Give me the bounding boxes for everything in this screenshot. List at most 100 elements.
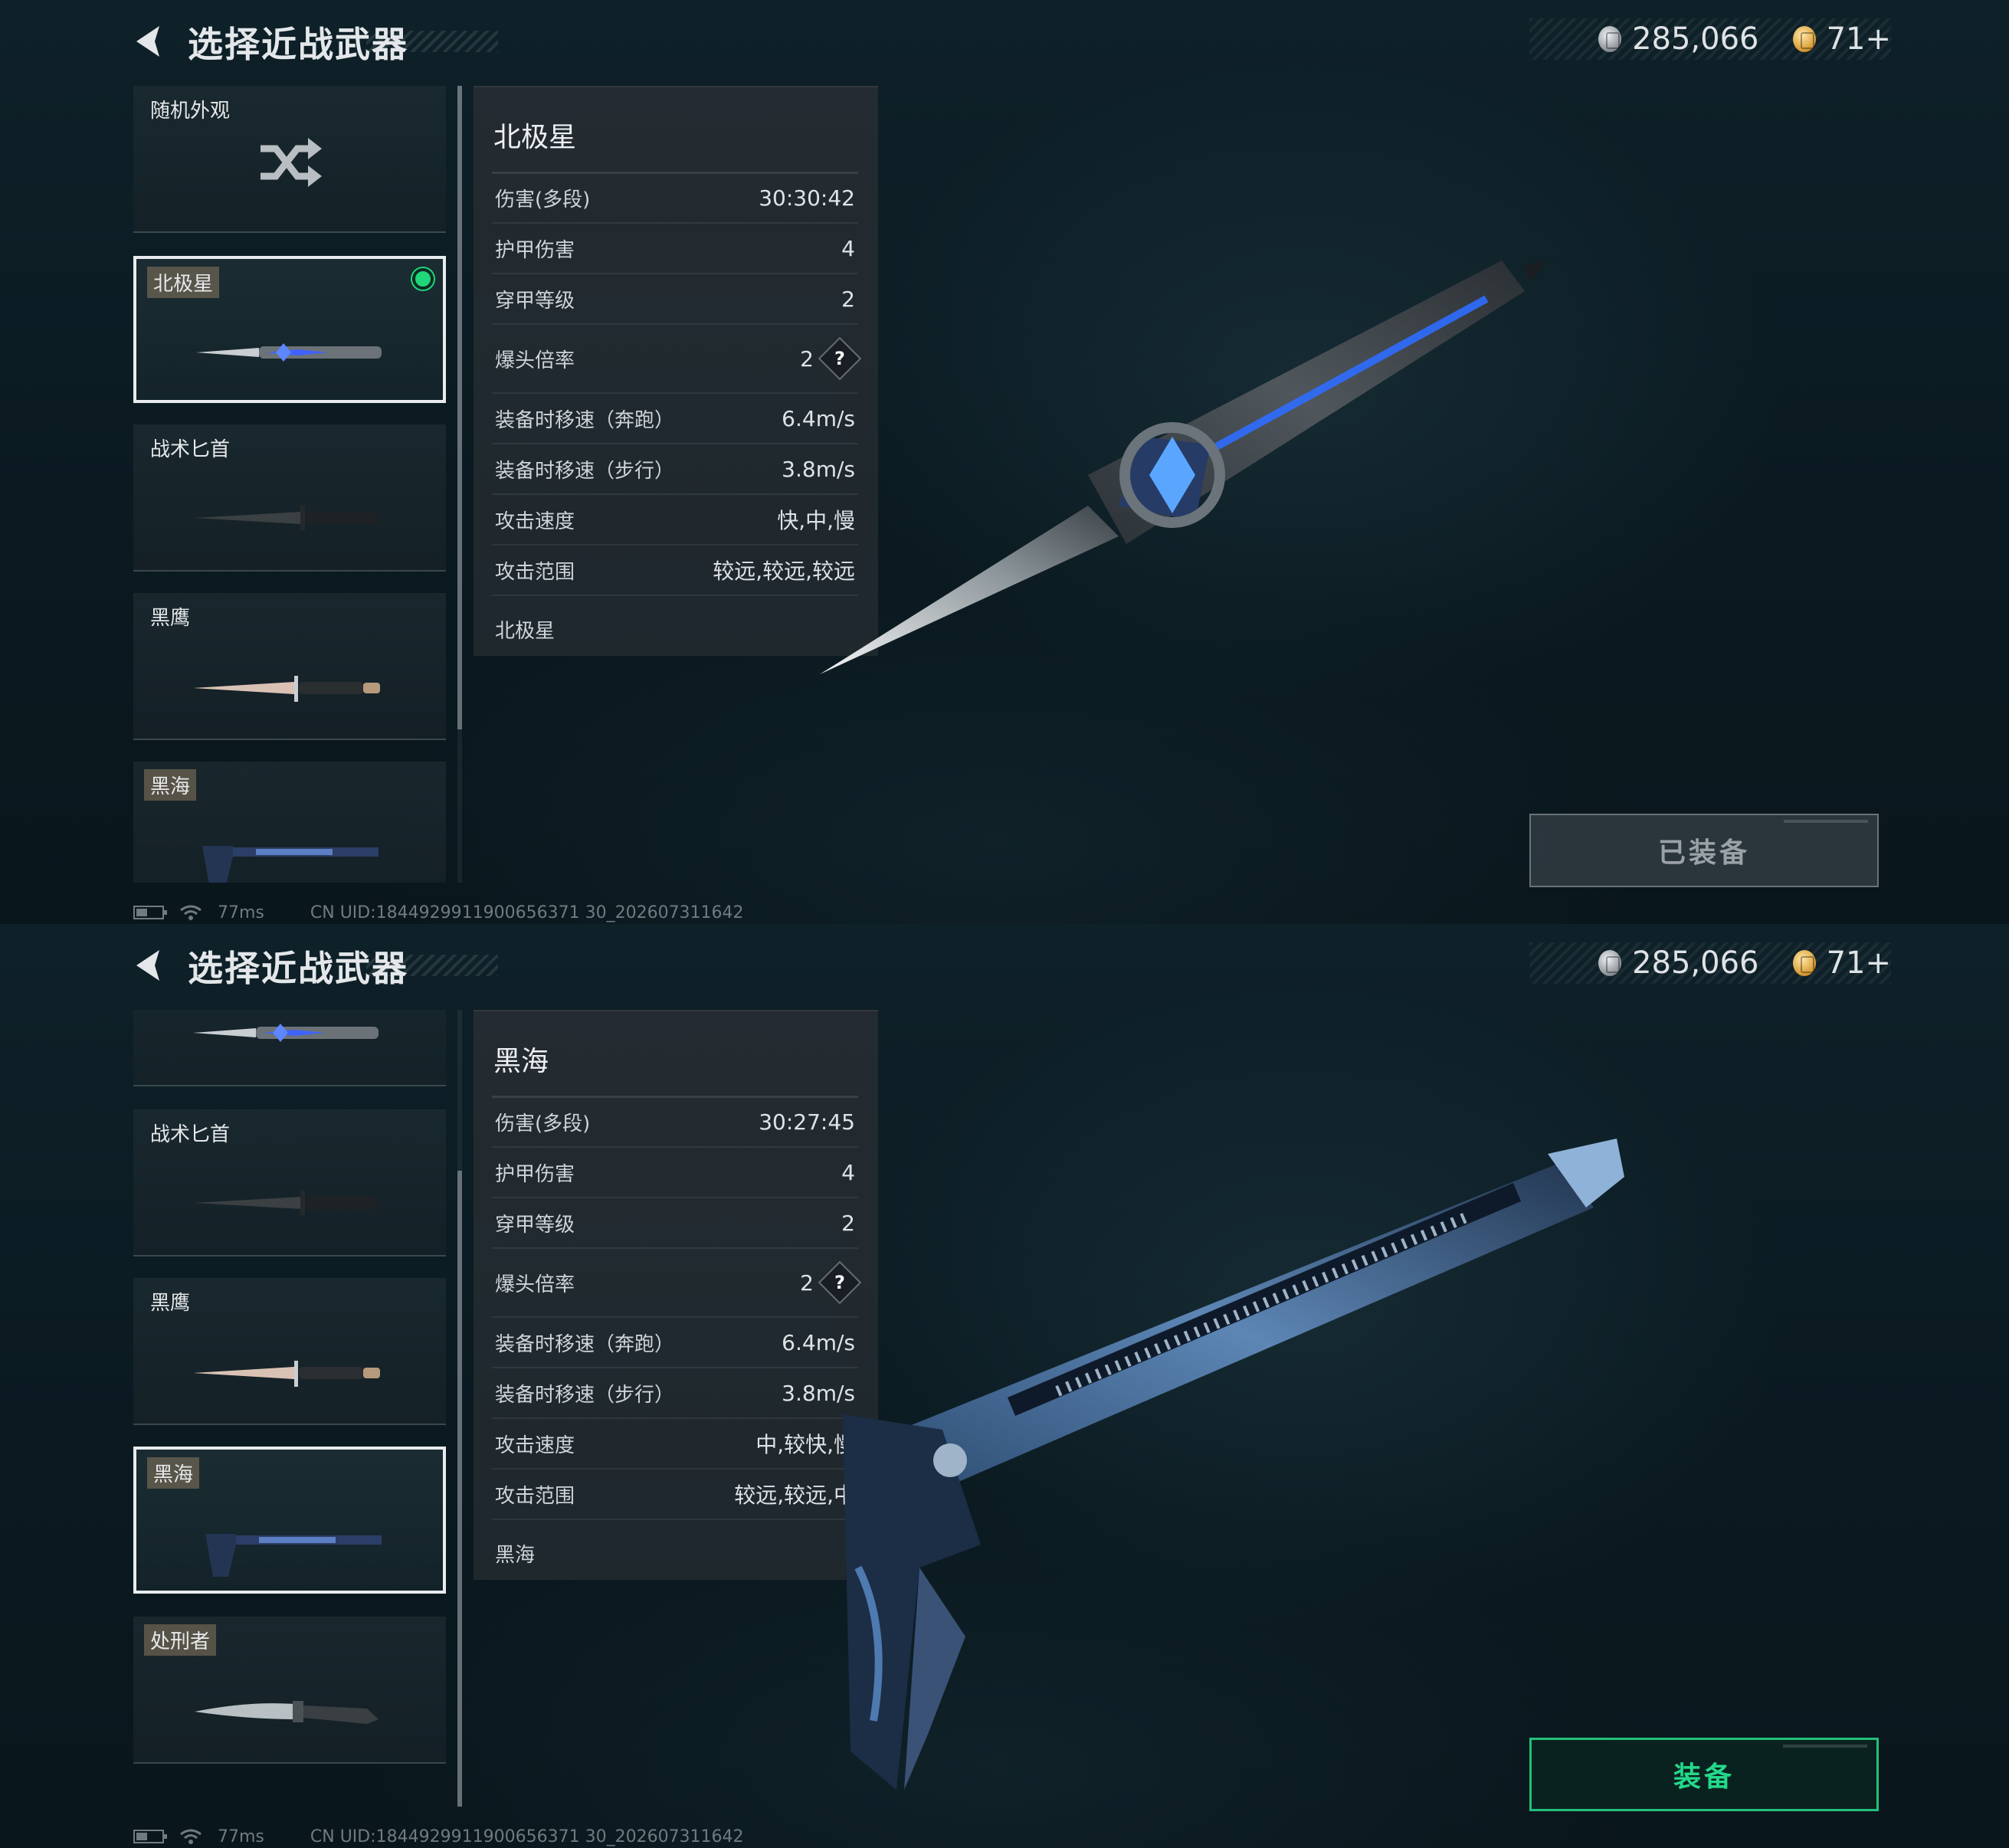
weapon-list: 战术匕首 黑鹰 黑海 处刑者 (133, 1010, 446, 1807)
black-sea-axe-render (843, 1139, 1624, 1790)
stat-row: 攻击速度 快,中,慢 (492, 495, 858, 546)
stat-row: 攻击范围 较远,较远,较远 (492, 546, 858, 596)
stat-key: 攻击范围 (495, 1484, 575, 1508)
list-item-executioner[interactable]: 处刑者 (133, 1617, 446, 1764)
screen-polaris: 选择近战武器 285,066 71+ 随机外观 北极星 战术匕首 黑鹰 黑海 北… (0, 0, 2009, 924)
list-item-tactical-dagger[interactable]: 战术匕首 (133, 424, 446, 572)
equipped-indicator (412, 268, 434, 290)
stat-row: 护甲伤害 4 (492, 224, 858, 274)
scrollbar-thumb[interactable] (457, 86, 462, 729)
stat-row: 装备时移速（步行） 3.8m/s (492, 444, 858, 495)
polaris-knife-render (820, 260, 1548, 674)
executioner-thumbnail (195, 1701, 379, 1724)
stat-row: 攻击速度 中,较快,慢 (492, 1419, 858, 1470)
stat-row: 装备时移速（奔跑） 6.4m/s (492, 394, 858, 444)
shuffle-icon (261, 138, 322, 187)
black-hawk-thumbnail (193, 676, 380, 702)
list-item-label: 黑海 (144, 769, 197, 801)
user-uid: CN UID:1844929911900656371 30_2026073116… (310, 903, 744, 922)
list-item-polaris[interactable] (133, 1010, 446, 1086)
stat-key: 装备时移速（步行） (495, 1383, 675, 1407)
stat-row: 穿甲等级 2 (492, 274, 858, 325)
stat-key: 装备时移速（奔跑） (495, 1332, 675, 1356)
stat-key: 穿甲等级 (495, 289, 575, 313)
weapon-list: 随机外观 北极星 战术匕首 黑鹰 黑海 (133, 86, 446, 883)
stats-panel: 黑海 伤害(多段) 30:27:45 护甲伤害 4 穿甲等级 2 爆头倍率 2 … (474, 1010, 878, 1580)
latency: 77ms (218, 1827, 264, 1846)
list-scrollbar[interactable] (457, 86, 462, 883)
title-decoration (366, 955, 498, 976)
stat-key: 攻击速度 (495, 510, 575, 533)
currency-bar: 285,066 71+ (1529, 942, 1891, 984)
wifi-icon (180, 1829, 202, 1844)
battery-icon (133, 1830, 167, 1843)
list-item-polaris[interactable]: 北极星 (133, 256, 446, 403)
gold-coin-icon (1792, 950, 1816, 976)
stat-key: 爆头倍率 (495, 1273, 575, 1296)
silver-amount: 285,066 (1632, 945, 1759, 981)
stat-row: 爆头倍率 2 ? (492, 1249, 862, 1318)
button-decoration (1783, 1745, 1867, 1748)
stat-value: 2 (800, 1270, 814, 1296)
stat-row: 护甲伤害 4 (492, 1148, 858, 1198)
wifi-icon (180, 905, 202, 920)
stat-key: 穿甲等级 (495, 1213, 575, 1237)
equip-button[interactable]: 装备 (1529, 1738, 1879, 1811)
list-item-tactical-dagger[interactable]: 战术匕首 (133, 1109, 446, 1257)
stat-row: 伤害(多段) 30:27:45 (492, 1097, 858, 1148)
tactical-dagger-thumbnail (195, 506, 379, 530)
stat-row: 攻击范围 较远,较远,中 (492, 1470, 858, 1520)
list-item-black-hawk[interactable]: 黑鹰 (133, 1278, 446, 1425)
weapon-name: 黑海 (493, 1046, 549, 1077)
stat-key: 装备时移速（奔跑） (495, 408, 675, 432)
gold-amount: 71+ (1826, 21, 1891, 57)
latency: 77ms (218, 903, 264, 922)
black-sea-thumbnail (205, 1534, 382, 1577)
stat-key: 装备时移速（步行） (495, 459, 675, 483)
equip-button-label: 装备 (1673, 1761, 1735, 1793)
user-uid: CN UID:1844929911900656371 30_2026073116… (310, 1827, 744, 1846)
stat-row: 装备时移速（步行） 3.8m/s (492, 1368, 858, 1419)
screen-black-sea: 选择近战武器 285,066 71+ 战术匕首 黑鹰 黑海 处刑者 黑海 伤害(… (0, 924, 2009, 1848)
stat-key: 爆头倍率 (495, 349, 575, 372)
battery-icon (133, 906, 167, 919)
list-item-label: 黑鹰 (150, 607, 191, 630)
list-item-label: 战术匕首 (150, 438, 231, 461)
back-arrow-icon[interactable] (129, 21, 169, 61)
tactical-dagger-thumbnail (195, 1191, 379, 1215)
stat-key: 攻击范围 (495, 560, 575, 584)
stats-footer-name: 黑海 (495, 1544, 536, 1567)
list-item-random-skin[interactable]: 随机外观 (133, 86, 446, 233)
silver-amount: 285,066 (1632, 21, 1759, 57)
gold-amount: 71+ (1826, 945, 1891, 981)
stats-footer-name: 北极星 (495, 620, 556, 643)
stat-row: 装备时移速（奔跑） 6.4m/s (492, 1318, 858, 1368)
stat-row: 爆头倍率 2 ? (492, 325, 862, 394)
stat-value: 30:30:42 (759, 185, 855, 211)
list-item-label: 黑海 (147, 1457, 200, 1489)
list-item-label: 处刑者 (144, 1624, 217, 1656)
stat-key: 伤害(多段) (495, 1112, 591, 1135)
list-item-black-hawk[interactable]: 黑鹰 (133, 593, 446, 740)
list-item-black-sea[interactable]: 黑海 (133, 1447, 446, 1594)
equipped-button-label: 已装备 (1657, 837, 1750, 869)
list-item-label: 战术匕首 (150, 1123, 231, 1146)
back-arrow-icon[interactable] (129, 945, 169, 985)
title-decoration (366, 31, 498, 52)
list-scrollbar[interactable] (457, 1010, 462, 1807)
list-item-label: 随机外观 (150, 100, 231, 123)
polaris-thumbnail (193, 1024, 379, 1042)
scrollbar-thumb[interactable] (457, 1171, 462, 1807)
list-item-black-sea[interactable]: 黑海 (133, 762, 446, 883)
stat-key: 护甲伤害 (495, 238, 575, 262)
stat-key: 攻击速度 (495, 1434, 575, 1457)
equipped-button[interactable]: 已装备 (1529, 814, 1879, 887)
stat-value: 30:27:45 (759, 1109, 855, 1135)
list-item-label: 北极星 (147, 267, 220, 298)
currency-bar: 285,066 71+ (1529, 18, 1891, 60)
status-bar: 77ms CN UID:1844929911900656371 30_20260… (133, 901, 744, 924)
silver-coin-icon (1598, 950, 1622, 976)
stat-key: 护甲伤害 (495, 1162, 575, 1186)
stat-row: 伤害(多段) 30:30:42 (492, 173, 858, 224)
polaris-thumbnail (196, 343, 382, 362)
